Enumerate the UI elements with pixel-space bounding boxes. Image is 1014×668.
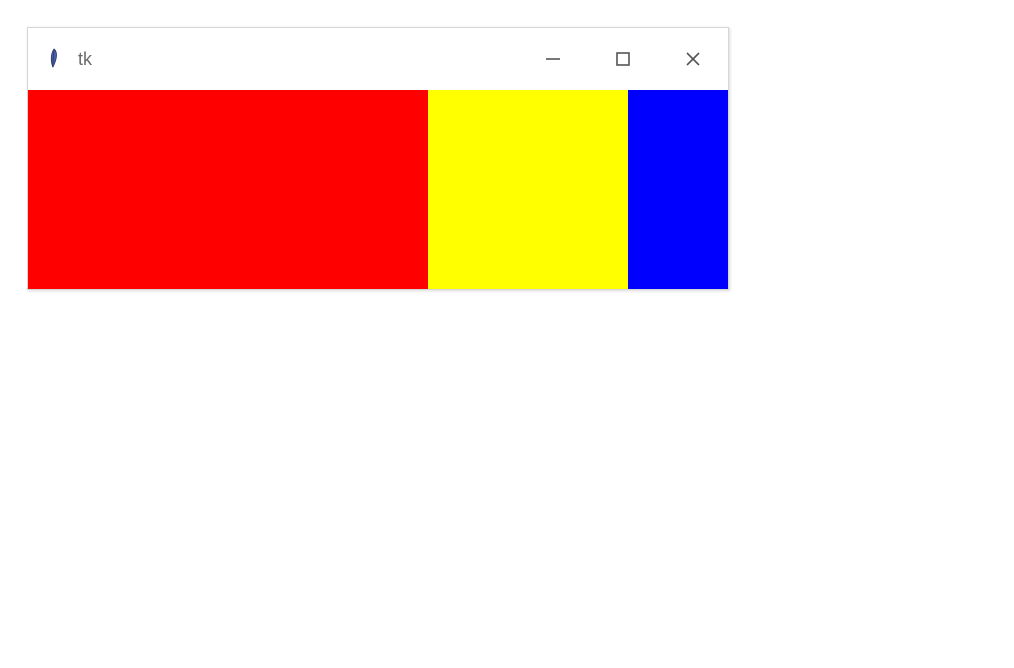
- app-window: tk: [27, 27, 729, 290]
- close-button[interactable]: [658, 28, 728, 90]
- panel-blue: [628, 90, 728, 289]
- panel-yellow: [428, 90, 628, 289]
- feather-icon: [42, 47, 66, 71]
- titlebar[interactable]: tk: [28, 28, 728, 90]
- window-controls: [518, 28, 728, 90]
- maximize-button[interactable]: [588, 28, 658, 90]
- minimize-button[interactable]: [518, 28, 588, 90]
- client-area: [28, 90, 728, 289]
- panel-red: [28, 90, 428, 289]
- window-title: tk: [78, 49, 92, 70]
